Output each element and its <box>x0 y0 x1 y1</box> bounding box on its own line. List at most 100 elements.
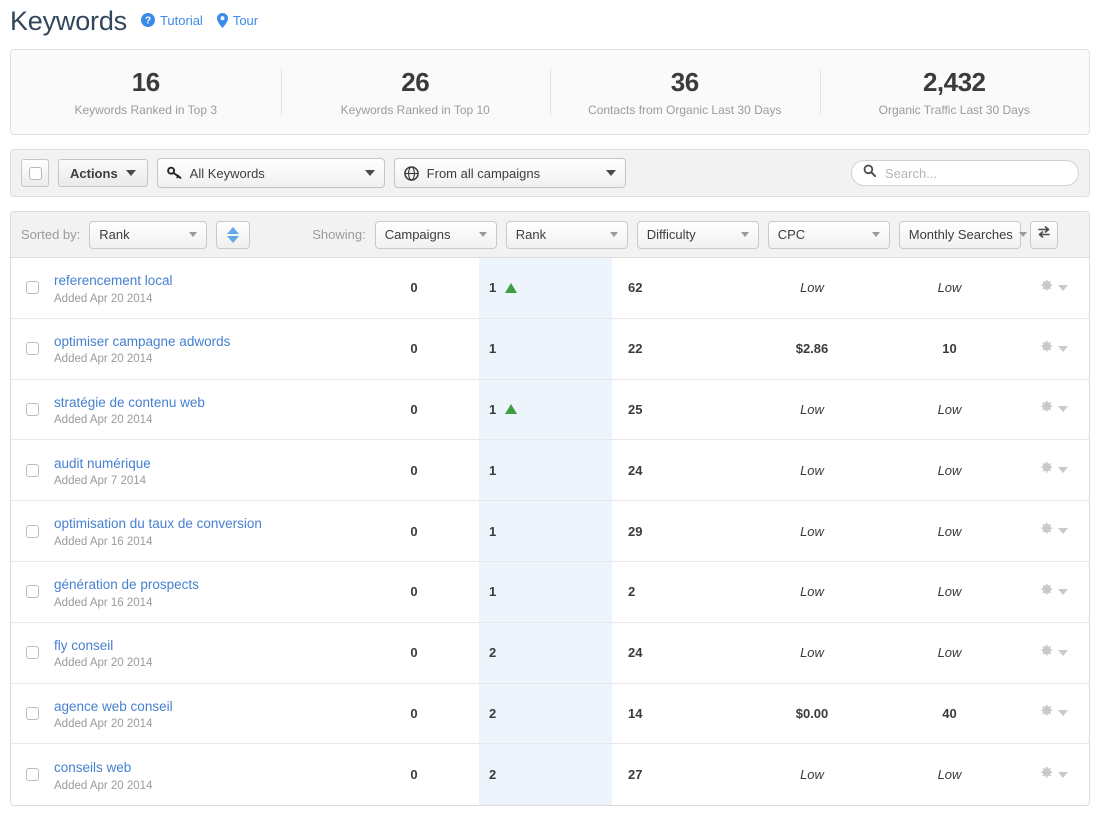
search-icon <box>863 164 876 182</box>
monthly-searches-cell: 40 <box>882 684 1017 744</box>
column-select-label: CPC <box>778 227 872 242</box>
column-select-rank[interactable]: Rank <box>506 221 628 249</box>
keyword-link[interactable]: optimisation du taux de conversion <box>54 514 349 534</box>
keyword-link[interactable]: agence web conseil <box>54 697 349 717</box>
campaigns-cell: 0 <box>349 319 479 379</box>
row-actions-button[interactable] <box>1017 744 1089 805</box>
keyword-link[interactable]: fly conseil <box>54 636 349 656</box>
row-actions-button[interactable] <box>1017 319 1089 379</box>
chevron-down-icon <box>610 232 618 237</box>
chevron-down-icon <box>126 170 136 176</box>
gear-icon <box>1038 765 1053 785</box>
keyword-link[interactable]: stratégie de contenu web <box>54 393 349 413</box>
sort-direction-button[interactable] <box>216 221 250 249</box>
gear-icon <box>1038 278 1053 298</box>
swap-columns-button[interactable] <box>1030 221 1058 249</box>
actions-button[interactable]: Actions <box>58 159 148 187</box>
cpc-cell: $2.86 <box>742 319 882 379</box>
keyword-link[interactable]: audit numérique <box>54 454 349 474</box>
keyword-added-date: Added Apr 20 2014 <box>54 414 349 426</box>
table-row: génération de prospects Added Apr 16 2014… <box>11 562 1089 623</box>
keywords-table-card: Sorted by: Rank Showing: Campaigns Rank <box>10 211 1090 806</box>
campaigns-cell: 0 <box>349 501 479 561</box>
stat-label: Organic Traffic Last 30 Days <box>826 103 1084 117</box>
row-checkbox[interactable] <box>26 464 39 477</box>
table-row: agence web conseilAdded Apr 20 20140214$… <box>11 684 1089 745</box>
row-checkbox[interactable] <box>26 403 39 416</box>
keyword-link[interactable]: optimiser campagne adwords <box>54 332 349 352</box>
cpc-cell: Low <box>742 744 882 805</box>
campaigns-cell: 0 <box>349 623 479 683</box>
search-input[interactable] <box>883 165 1067 182</box>
keyword-cell: referencement localAdded Apr 20 2014 <box>53 258 349 318</box>
row-actions-button[interactable] <box>1017 623 1089 683</box>
stat-label: Keywords Ranked in Top 3 <box>17 103 275 117</box>
monthly-searches-cell: Low <box>882 501 1017 561</box>
row-checkbox[interactable] <box>26 342 39 355</box>
campaign-filter-select[interactable]: From all campaigns <box>394 158 626 188</box>
keyword-link[interactable]: génération de prospects <box>54 575 349 595</box>
row-actions-button[interactable] <box>1017 501 1089 561</box>
stat-value: 26 <box>287 67 545 98</box>
chevron-down-icon <box>1019 232 1027 237</box>
row-actions-button[interactable] <box>1017 684 1089 744</box>
monthly-searches-cell: Low <box>882 440 1017 500</box>
page-header: Keywords ? Tutorial Tour <box>0 0 1100 44</box>
search-container <box>851 160 1079 186</box>
chevron-down-icon <box>1058 589 1068 595</box>
difficulty-cell: 2 <box>612 562 742 622</box>
sort-field-select[interactable]: Rank <box>89 221 207 249</box>
campaign-filter-label: From all campaigns <box>427 166 606 181</box>
keyword-added-date: Added Apr 20 2014 <box>54 657 349 669</box>
row-checkbox[interactable] <box>26 281 39 294</box>
tour-link-label: Tour <box>233 13 258 28</box>
rank-cell: 2 <box>479 744 612 805</box>
row-checkbox[interactable] <box>26 768 39 781</box>
keyword-link[interactable]: referencement local <box>54 271 349 291</box>
row-checkbox[interactable] <box>26 585 39 598</box>
cpc-cell: Low <box>742 501 882 561</box>
column-select-campaigns[interactable]: Campaigns <box>375 221 497 249</box>
cpc-cell: Low <box>742 623 882 683</box>
row-checkbox-cell <box>11 319 53 379</box>
monthly-searches-cell: Low <box>882 744 1017 805</box>
column-select-monthly-searches[interactable]: Monthly Searches <box>899 221 1021 249</box>
keywords-table-body: referencement localAdded Apr 20 20140162… <box>11 258 1089 805</box>
keyword-added-date: Added Apr 16 2014 <box>54 597 349 609</box>
tutorial-link[interactable]: ? Tutorial <box>141 13 203 28</box>
column-select-difficulty[interactable]: Difficulty <box>637 221 759 249</box>
column-select-cpc[interactable]: CPC <box>768 221 890 249</box>
table-row: stratégie de contenu webAdded Apr 20 201… <box>11 380 1089 441</box>
row-actions-button[interactable] <box>1017 562 1089 622</box>
difficulty-cell: 29 <box>612 501 742 561</box>
difficulty-cell: 27 <box>612 744 742 805</box>
row-checkbox-cell <box>11 684 53 744</box>
row-checkbox[interactable] <box>26 646 39 659</box>
checkbox-square-icon <box>29 167 42 180</box>
row-actions-button[interactable] <box>1017 258 1089 318</box>
select-all-checkbox[interactable] <box>21 159 49 187</box>
keyword-added-date: Added Apr 20 2014 <box>54 718 349 730</box>
cpc-cell: Low <box>742 562 882 622</box>
column-select-label: Monthly Searches <box>909 227 1013 242</box>
rank-value: 1 <box>489 524 496 539</box>
search-box[interactable] <box>851 160 1079 186</box>
rank-value: 2 <box>489 645 496 660</box>
keyword-cell: optimisation du taux de conversionAdded … <box>53 501 349 561</box>
row-checkbox[interactable] <box>26 525 39 538</box>
stat-keywords-top3: 16 Keywords Ranked in Top 3 <box>11 63 281 121</box>
keyword-added-date: Added Apr 7 2014 <box>54 475 349 487</box>
table-row: optimiser campagne adwordsAdded Apr 20 2… <box>11 319 1089 380</box>
chevron-down-icon <box>606 170 616 176</box>
tour-link[interactable]: Tour <box>217 13 258 28</box>
rank-value: 2 <box>489 767 496 782</box>
row-actions-button[interactable] <box>1017 380 1089 440</box>
monthly-searches-cell: Low <box>882 623 1017 683</box>
keyword-link[interactable]: conseils web <box>54 758 349 778</box>
header-links: ? Tutorial Tour <box>141 13 258 28</box>
cpc-cell: $0.00 <box>742 684 882 744</box>
row-actions-button[interactable] <box>1017 440 1089 500</box>
keyword-filter-select[interactable]: All Keywords <box>157 158 385 188</box>
key-icon <box>167 166 182 181</box>
row-checkbox[interactable] <box>26 707 39 720</box>
